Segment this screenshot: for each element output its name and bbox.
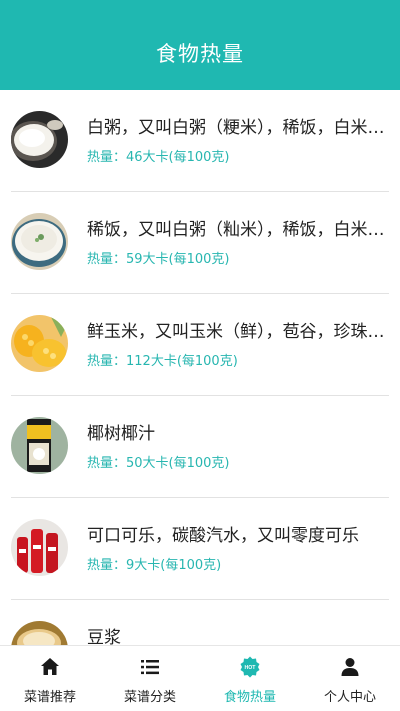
food-thumbnail xyxy=(11,213,68,270)
hot-badge-text: HOT xyxy=(245,665,257,671)
food-calories: 热量：46大卡(每100克) xyxy=(87,150,230,165)
user-icon xyxy=(339,656,361,678)
tab-label: 食物热量 xyxy=(223,690,276,705)
food-thumbnail xyxy=(11,621,68,646)
food-list-item[interactable]: 鲜玉米，又叫玉米（鲜），苞谷，珍珠米，棒子，玉蜀黍... 热量：112大卡(每1… xyxy=(11,294,389,396)
food-calories: 热量：9大卡(每100克) xyxy=(87,558,222,573)
bottom-tab-bar: 菜谱推荐 菜谱分类 HOT 食物热量 个人中心 xyxy=(0,645,400,711)
food-calories: 热量：112大卡(每100克) xyxy=(87,354,238,369)
food-thumbnail xyxy=(11,111,68,168)
food-list-item[interactable]: 豆浆 xyxy=(11,600,389,646)
food-name: 稀饭，又叫白粥（籼米），稀饭，白米粥，大米粥，白米... xyxy=(87,220,387,240)
food-calories: 热量：50大卡(每100克) xyxy=(87,456,230,471)
app-screen: 食物热量 白粥，又叫白粥（粳米），稀饭，白米粥，大米粥，白米... 热量：46大… xyxy=(0,0,400,711)
food-name: 白粥，又叫白粥（粳米），稀饭，白米粥，大米粥，白米... xyxy=(87,118,387,138)
food-name: 豆浆 xyxy=(87,628,121,646)
food-thumbnail xyxy=(11,417,68,474)
home-icon xyxy=(39,656,61,678)
food-list-item[interactable]: 椰树椰汁 热量：50大卡(每100克) xyxy=(11,396,389,498)
list-icon xyxy=(139,656,161,678)
food-calories: 热量：59大卡(每100克) xyxy=(87,252,230,267)
food-name: 可口可乐，碳酸汽水，又叫零度可乐 xyxy=(87,526,359,546)
tab-recipe-recommend[interactable]: 菜谱推荐 xyxy=(0,646,100,711)
page-title: 食物热量 xyxy=(156,42,244,66)
tab-label: 菜谱推荐 xyxy=(23,690,76,705)
tab-recipe-category[interactable]: 菜谱分类 xyxy=(100,646,200,711)
food-thumbnail xyxy=(11,315,68,372)
hot-badge-icon: HOT xyxy=(239,656,261,678)
food-list-item[interactable]: 白粥，又叫白粥（粳米），稀饭，白米粥，大米粥，白米... 热量：46大卡(每10… xyxy=(11,90,389,192)
top-header: 食物热量 xyxy=(0,0,400,90)
tab-label: 个人中心 xyxy=(323,690,376,705)
food-name: 鲜玉米，又叫玉米（鲜），苞谷，珍珠米，棒子，玉蜀黍... xyxy=(87,322,387,342)
food-thumbnail xyxy=(11,519,68,576)
tab-food-calories[interactable]: HOT 食物热量 xyxy=(200,646,300,711)
tab-profile[interactable]: 个人中心 xyxy=(300,646,400,711)
food-name: 椰树椰汁 xyxy=(87,424,155,444)
tab-label: 菜谱分类 xyxy=(123,690,176,705)
food-list-item[interactable]: 稀饭，又叫白粥（籼米），稀饭，白米粥，大米粥，白米... 热量：59大卡(每10… xyxy=(11,192,389,294)
food-list-item[interactable]: 可口可乐，碳酸汽水，又叫零度可乐 热量：9大卡(每100克) xyxy=(11,498,389,600)
food-list[interactable]: 白粥，又叫白粥（粳米），稀饭，白米粥，大米粥，白米... 热量：46大卡(每10… xyxy=(0,90,400,646)
